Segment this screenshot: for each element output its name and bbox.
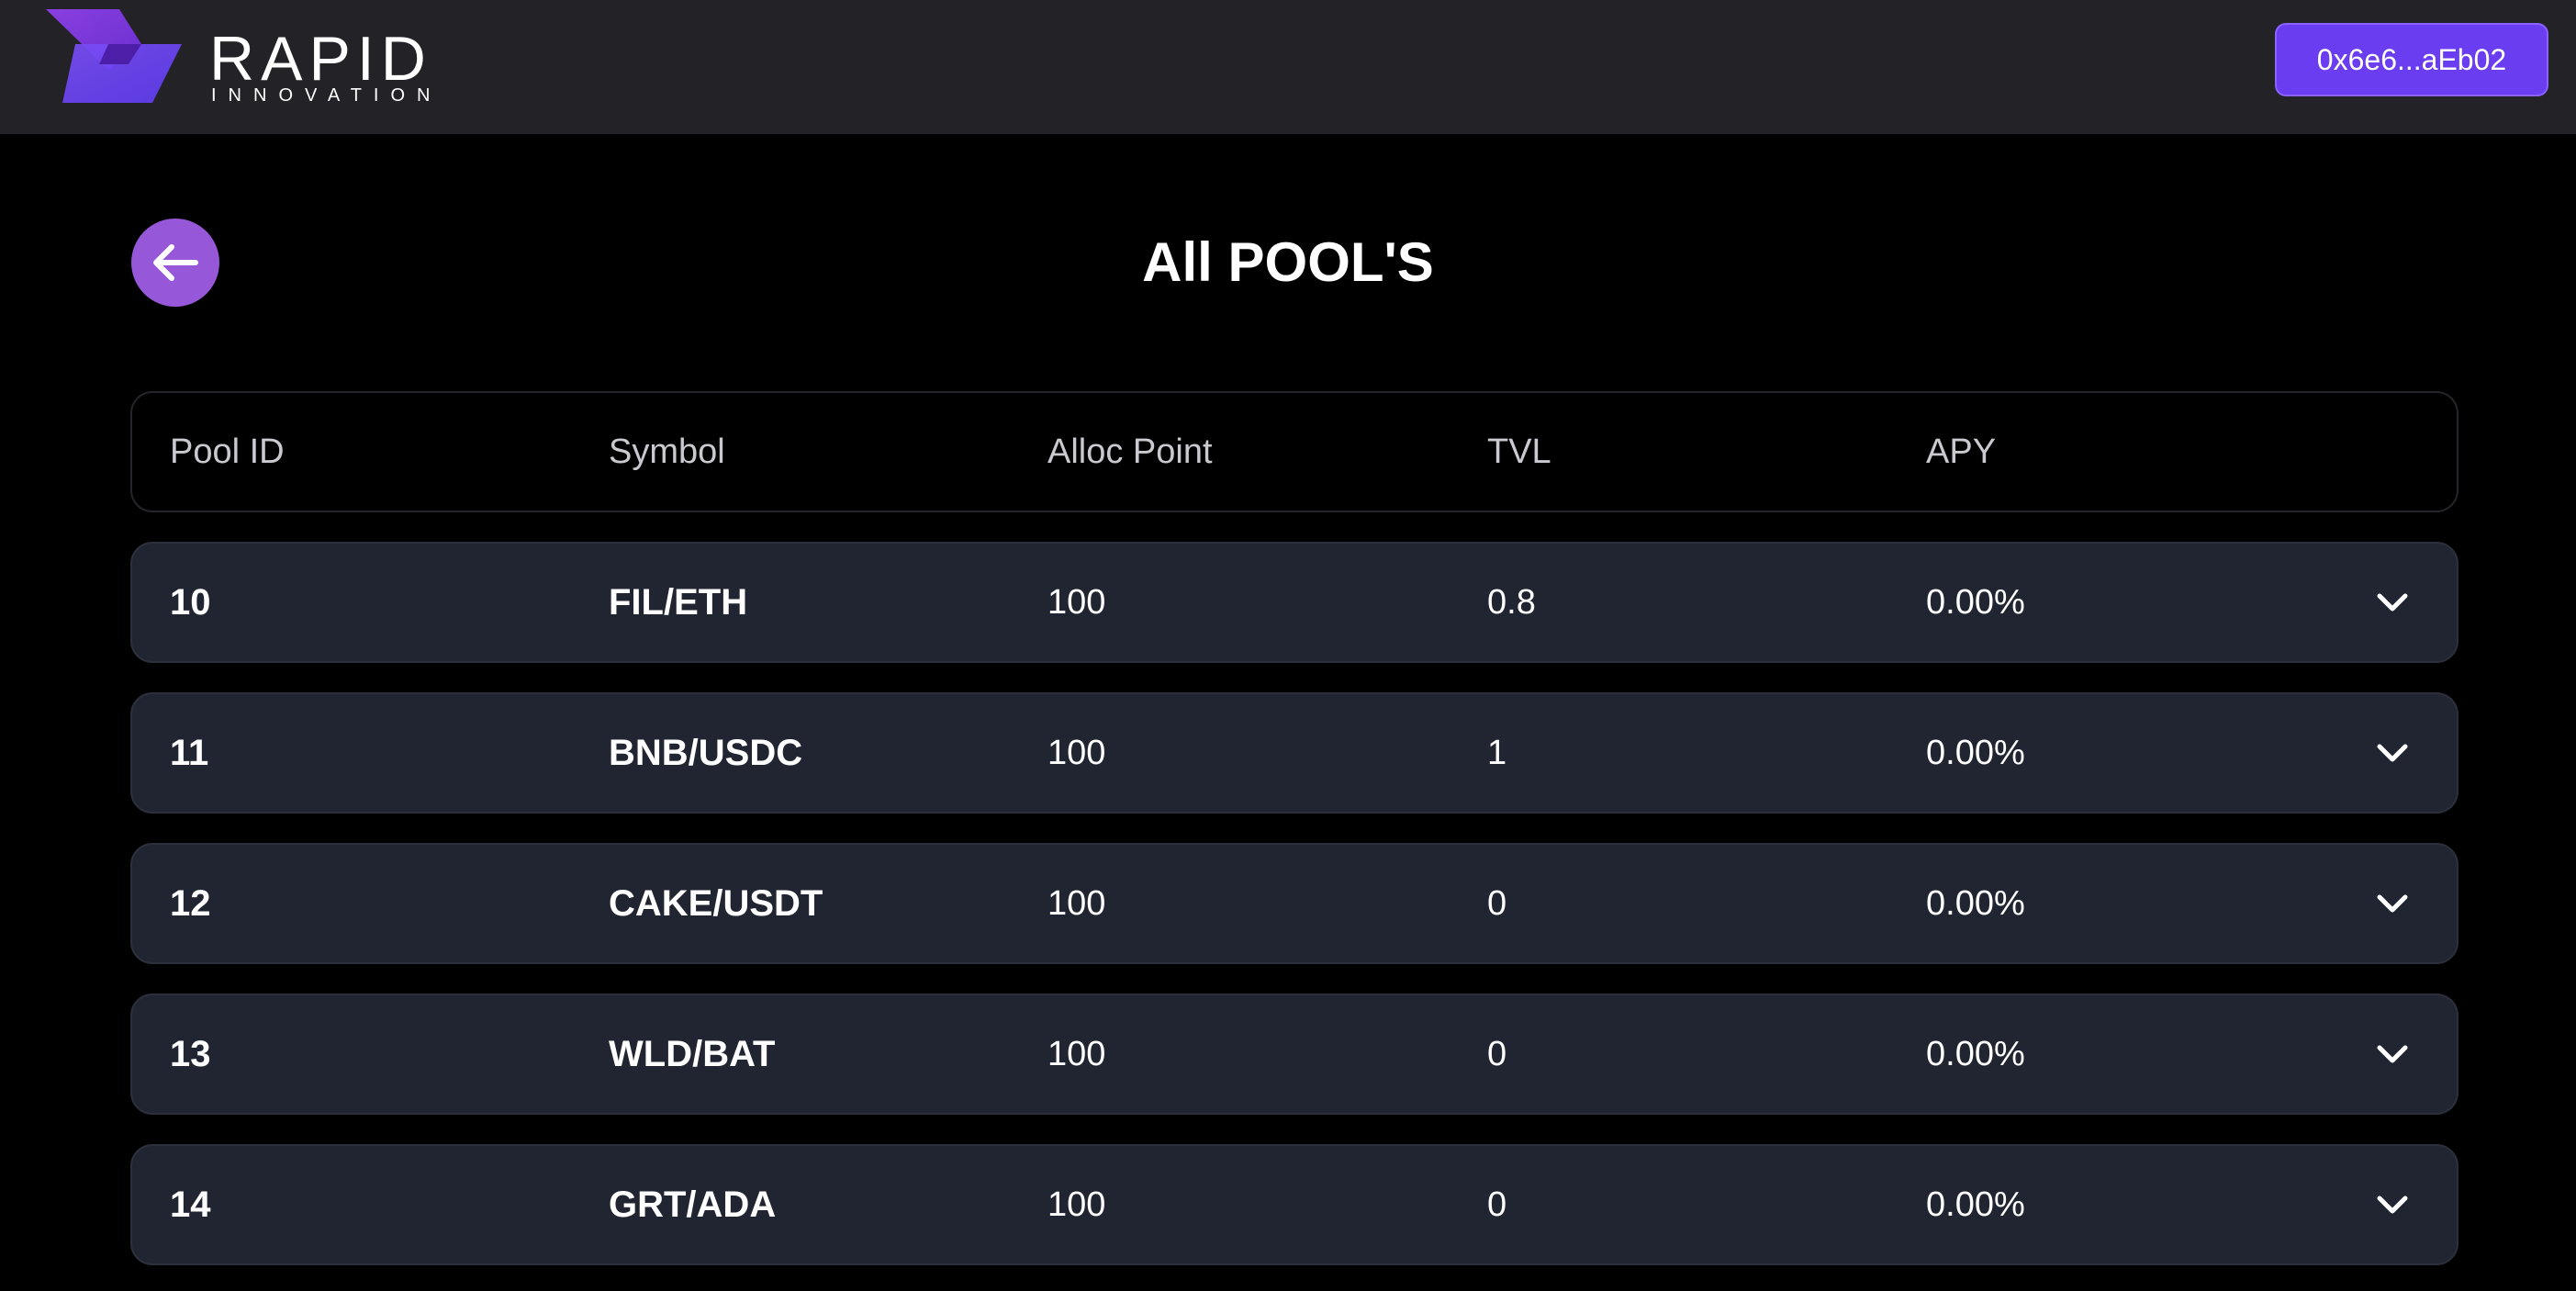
brand-name: RAPID: [209, 24, 432, 94]
wallet-address-button[interactable]: 0x6e6...aEb02: [2275, 23, 2548, 96]
column-header-tvl: TVL: [1487, 432, 1551, 471]
symbol-cell: CAKE/USDT: [609, 882, 823, 924]
chevron-down-icon[interactable]: [2376, 1043, 2409, 1065]
apy-cell: 0.00%: [1926, 582, 2025, 622]
apy-cell: 0.00%: [1926, 1184, 2025, 1224]
pool-id-cell: 12: [170, 882, 211, 924]
top-navigation-bar: RAPID INNOVATION 0x6e6...aEb02: [0, 0, 2576, 134]
chevron-down-icon[interactable]: [2376, 1194, 2409, 1216]
chevron-down-icon[interactable]: [2376, 591, 2409, 613]
tvl-cell: 0: [1487, 1034, 1507, 1073]
alloc-point-cell: 100: [1047, 1034, 1106, 1073]
pool-id-cell: 11: [170, 732, 209, 773]
column-header-apy: APY: [1926, 432, 1997, 471]
tvl-cell: 1: [1487, 733, 1507, 772]
symbol-cell: FIL/ETH: [609, 581, 748, 623]
table-row[interactable]: 11 BNB/USDC 100 1 0.00%: [130, 692, 2458, 814]
pool-id-cell: 14: [170, 1184, 211, 1225]
column-header-alloc-point: Alloc Point: [1047, 432, 1213, 471]
alloc-point-cell: 100: [1047, 883, 1106, 923]
alloc-point-cell: 100: [1047, 1184, 1106, 1224]
table-header: Pool ID Symbol Alloc Point TVL APY: [130, 391, 2458, 512]
column-header-symbol: Symbol: [609, 432, 725, 471]
table-row[interactable]: 12 CAKE/USDT 100 0 0.00%: [130, 843, 2458, 964]
brand-logo[interactable]: RAPID INNOVATION: [44, 7, 430, 110]
table-row[interactable]: 14 GRT/ADA 100 0 0.00%: [130, 1144, 2458, 1265]
table-row[interactable]: 13 WLD/BAT 100 0 0.00%: [130, 994, 2458, 1115]
symbol-cell: BNB/USDC: [609, 732, 803, 773]
pool-id-cell: 13: [170, 1033, 211, 1074]
page-title: All POOL'S: [1142, 231, 1434, 293]
chevron-down-icon[interactable]: [2376, 892, 2409, 915]
tvl-cell: 0.8: [1487, 582, 1536, 622]
symbol-cell: GRT/ADA: [609, 1184, 777, 1225]
symbol-cell: WLD/BAT: [609, 1033, 776, 1074]
column-header-pool-id: Pool ID: [170, 432, 285, 471]
alloc-point-cell: 100: [1047, 582, 1106, 622]
chevron-down-icon[interactable]: [2376, 742, 2409, 764]
apy-cell: 0.00%: [1926, 883, 2025, 923]
pool-id-cell: 10: [170, 581, 211, 623]
apy-cell: 0.00%: [1926, 733, 2025, 772]
tvl-cell: 0: [1487, 883, 1507, 923]
alloc-point-cell: 100: [1047, 733, 1106, 772]
rapid-innovation-logo-icon: [46, 9, 182, 103]
tvl-cell: 0: [1487, 1184, 1507, 1224]
apy-cell: 0.00%: [1926, 1034, 2025, 1073]
brand-tagline: INNOVATION: [211, 85, 442, 106]
table-row[interactable]: 10 FIL/ETH 100 0.8 0.00%: [130, 542, 2458, 663]
